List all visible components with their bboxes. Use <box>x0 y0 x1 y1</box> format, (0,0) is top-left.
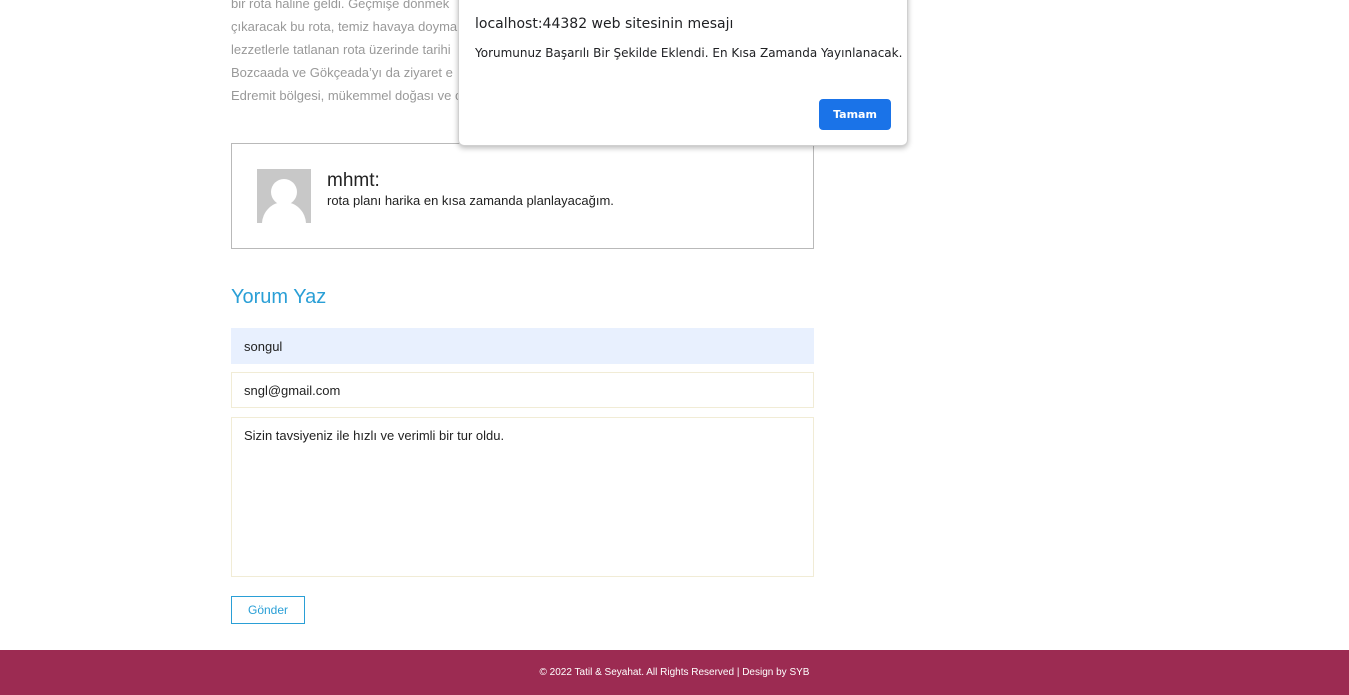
footer: © 2022 Tatil & Seyahat. All Rights Reser… <box>0 650 1349 695</box>
footer-copyright: © 2022 Tatil & Seyahat. All Rights Reser… <box>539 667 810 678</box>
name-input[interactable] <box>231 328 814 364</box>
email-input[interactable] <box>231 372 814 408</box>
alert-dialog: localhost:44382 web sitesinin mesajı Yor… <box>458 0 908 146</box>
comment-form-title: Yorum Yaz <box>231 286 327 308</box>
dialog-ok-button[interactable]: Tamam <box>819 99 891 130</box>
submit-button[interactable]: Gönder <box>231 596 305 624</box>
message-textarea[interactable]: Sizin tavsiyeniz ile hızlı ve verimli bi… <box>231 417 814 577</box>
comment-text: rota planı harika en kısa zamanda planla… <box>327 193 614 208</box>
dialog-title: localhost:44382 web sitesinin mesajı <box>475 16 734 32</box>
avatar-icon <box>257 169 311 223</box>
comment-author: mhmt: <box>327 170 380 191</box>
dialog-message: Yorumunuz Başarılı Bir Şekilde Eklendi. … <box>475 46 903 60</box>
comment-card: mhmt: rota planı harika en kısa zamanda … <box>231 143 814 249</box>
